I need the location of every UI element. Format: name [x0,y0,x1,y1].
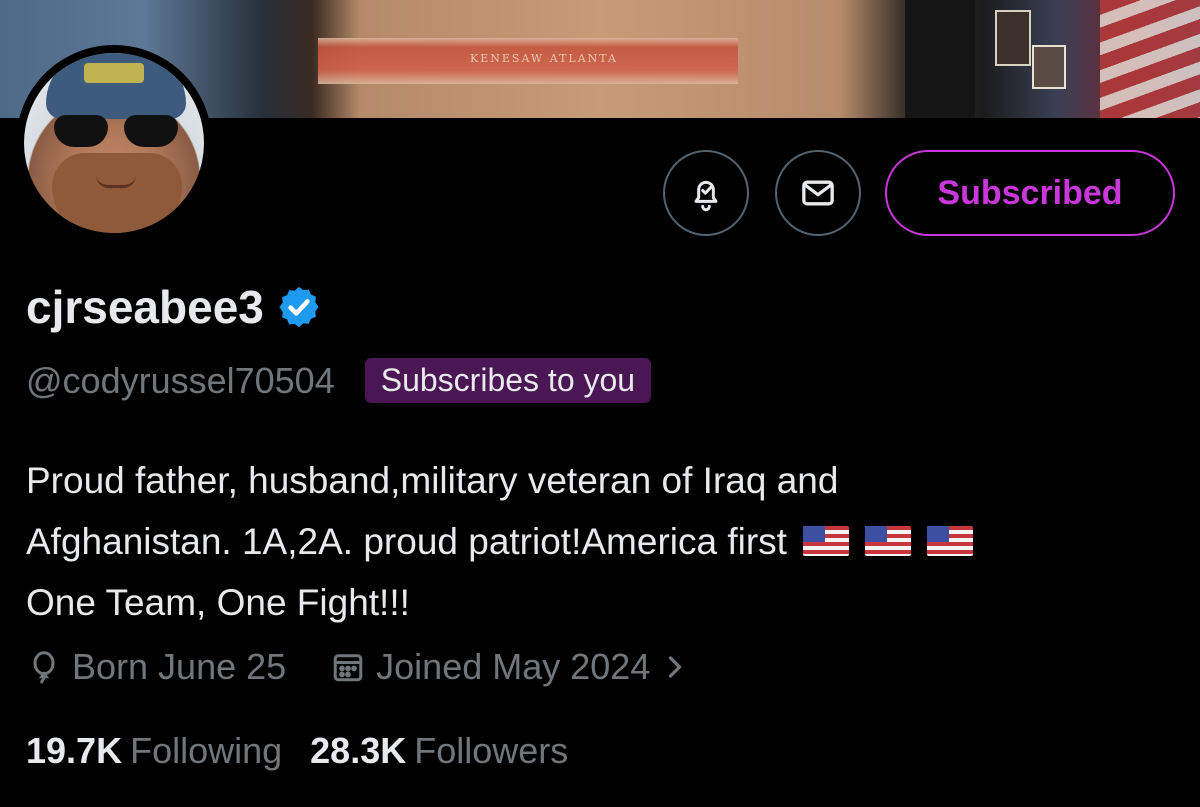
banner-flag-stripes [1100,0,1200,118]
avatar-lens [124,115,178,147]
handle-row: @codyrussel70504 Subscribes to you [26,358,652,403]
chevron-right-icon [669,656,682,678]
bio-line: One Team, One Fight!!! [26,582,410,623]
us-flag-icon [926,526,973,556]
us-flag-icon [802,526,849,556]
bio-line-2: Afghanistan. 1A,2A. proud patriot!Americ… [26,511,1186,572]
followers-link[interactable]: 28.3K Followers [310,730,568,772]
avatar-sunglasses [54,115,178,149]
subscribed-button[interactable]: Subscribed [885,150,1175,236]
profile-meta: Born June 25 Joined May 2024 [26,646,700,688]
display-name-row: cjrseabee3 [26,280,322,334]
balloon-icon [33,651,55,684]
following-count: 19.7K [26,730,123,771]
avatar-photo [24,53,204,233]
avatar-beard [52,153,182,233]
message-button[interactable] [775,150,861,236]
following-link[interactable]: 19.7K Following [26,730,282,772]
joined-date[interactable]: Joined May 2024 [330,646,700,688]
banner-frame [905,0,975,118]
birthday-text: Born June 25 [72,646,287,687]
notifications-button[interactable] [663,150,749,236]
joined-text: Joined May 2024 [376,646,651,687]
display-name: cjrseabee3 [26,281,264,333]
bio: Proud father, husband,military veteran o… [26,450,1186,633]
banner-photo [1032,45,1066,89]
subscribes-to-you-badge: Subscribes to you [364,358,652,403]
followers-count: 28.3K [310,730,407,771]
following-label: Following [130,730,283,771]
banner-flag-text: KENESAW ATLANTA [470,52,618,65]
follow-stats: 19.7K Following 28.3K Followers [26,730,568,772]
us-flag-icon [864,526,911,556]
envelope-icon [802,180,834,206]
handle: @codyrussel70504 [26,359,335,401]
avatar-beanie-logo [84,63,144,83]
bio-line: Proud father, husband,military veteran o… [26,460,839,501]
avatar[interactable] [16,45,212,241]
avatar-lens [54,115,108,147]
bio-line: Afghanistan. 1A,2A. proud patriot!Americ… [26,521,787,562]
birthday: Born June 25 [26,646,286,688]
banner-photo [995,10,1031,66]
bell-check-icon [694,180,718,212]
calendar-icon [333,654,363,682]
followers-label: Followers [414,730,569,771]
verified-badge-icon[interactable] [276,284,322,330]
